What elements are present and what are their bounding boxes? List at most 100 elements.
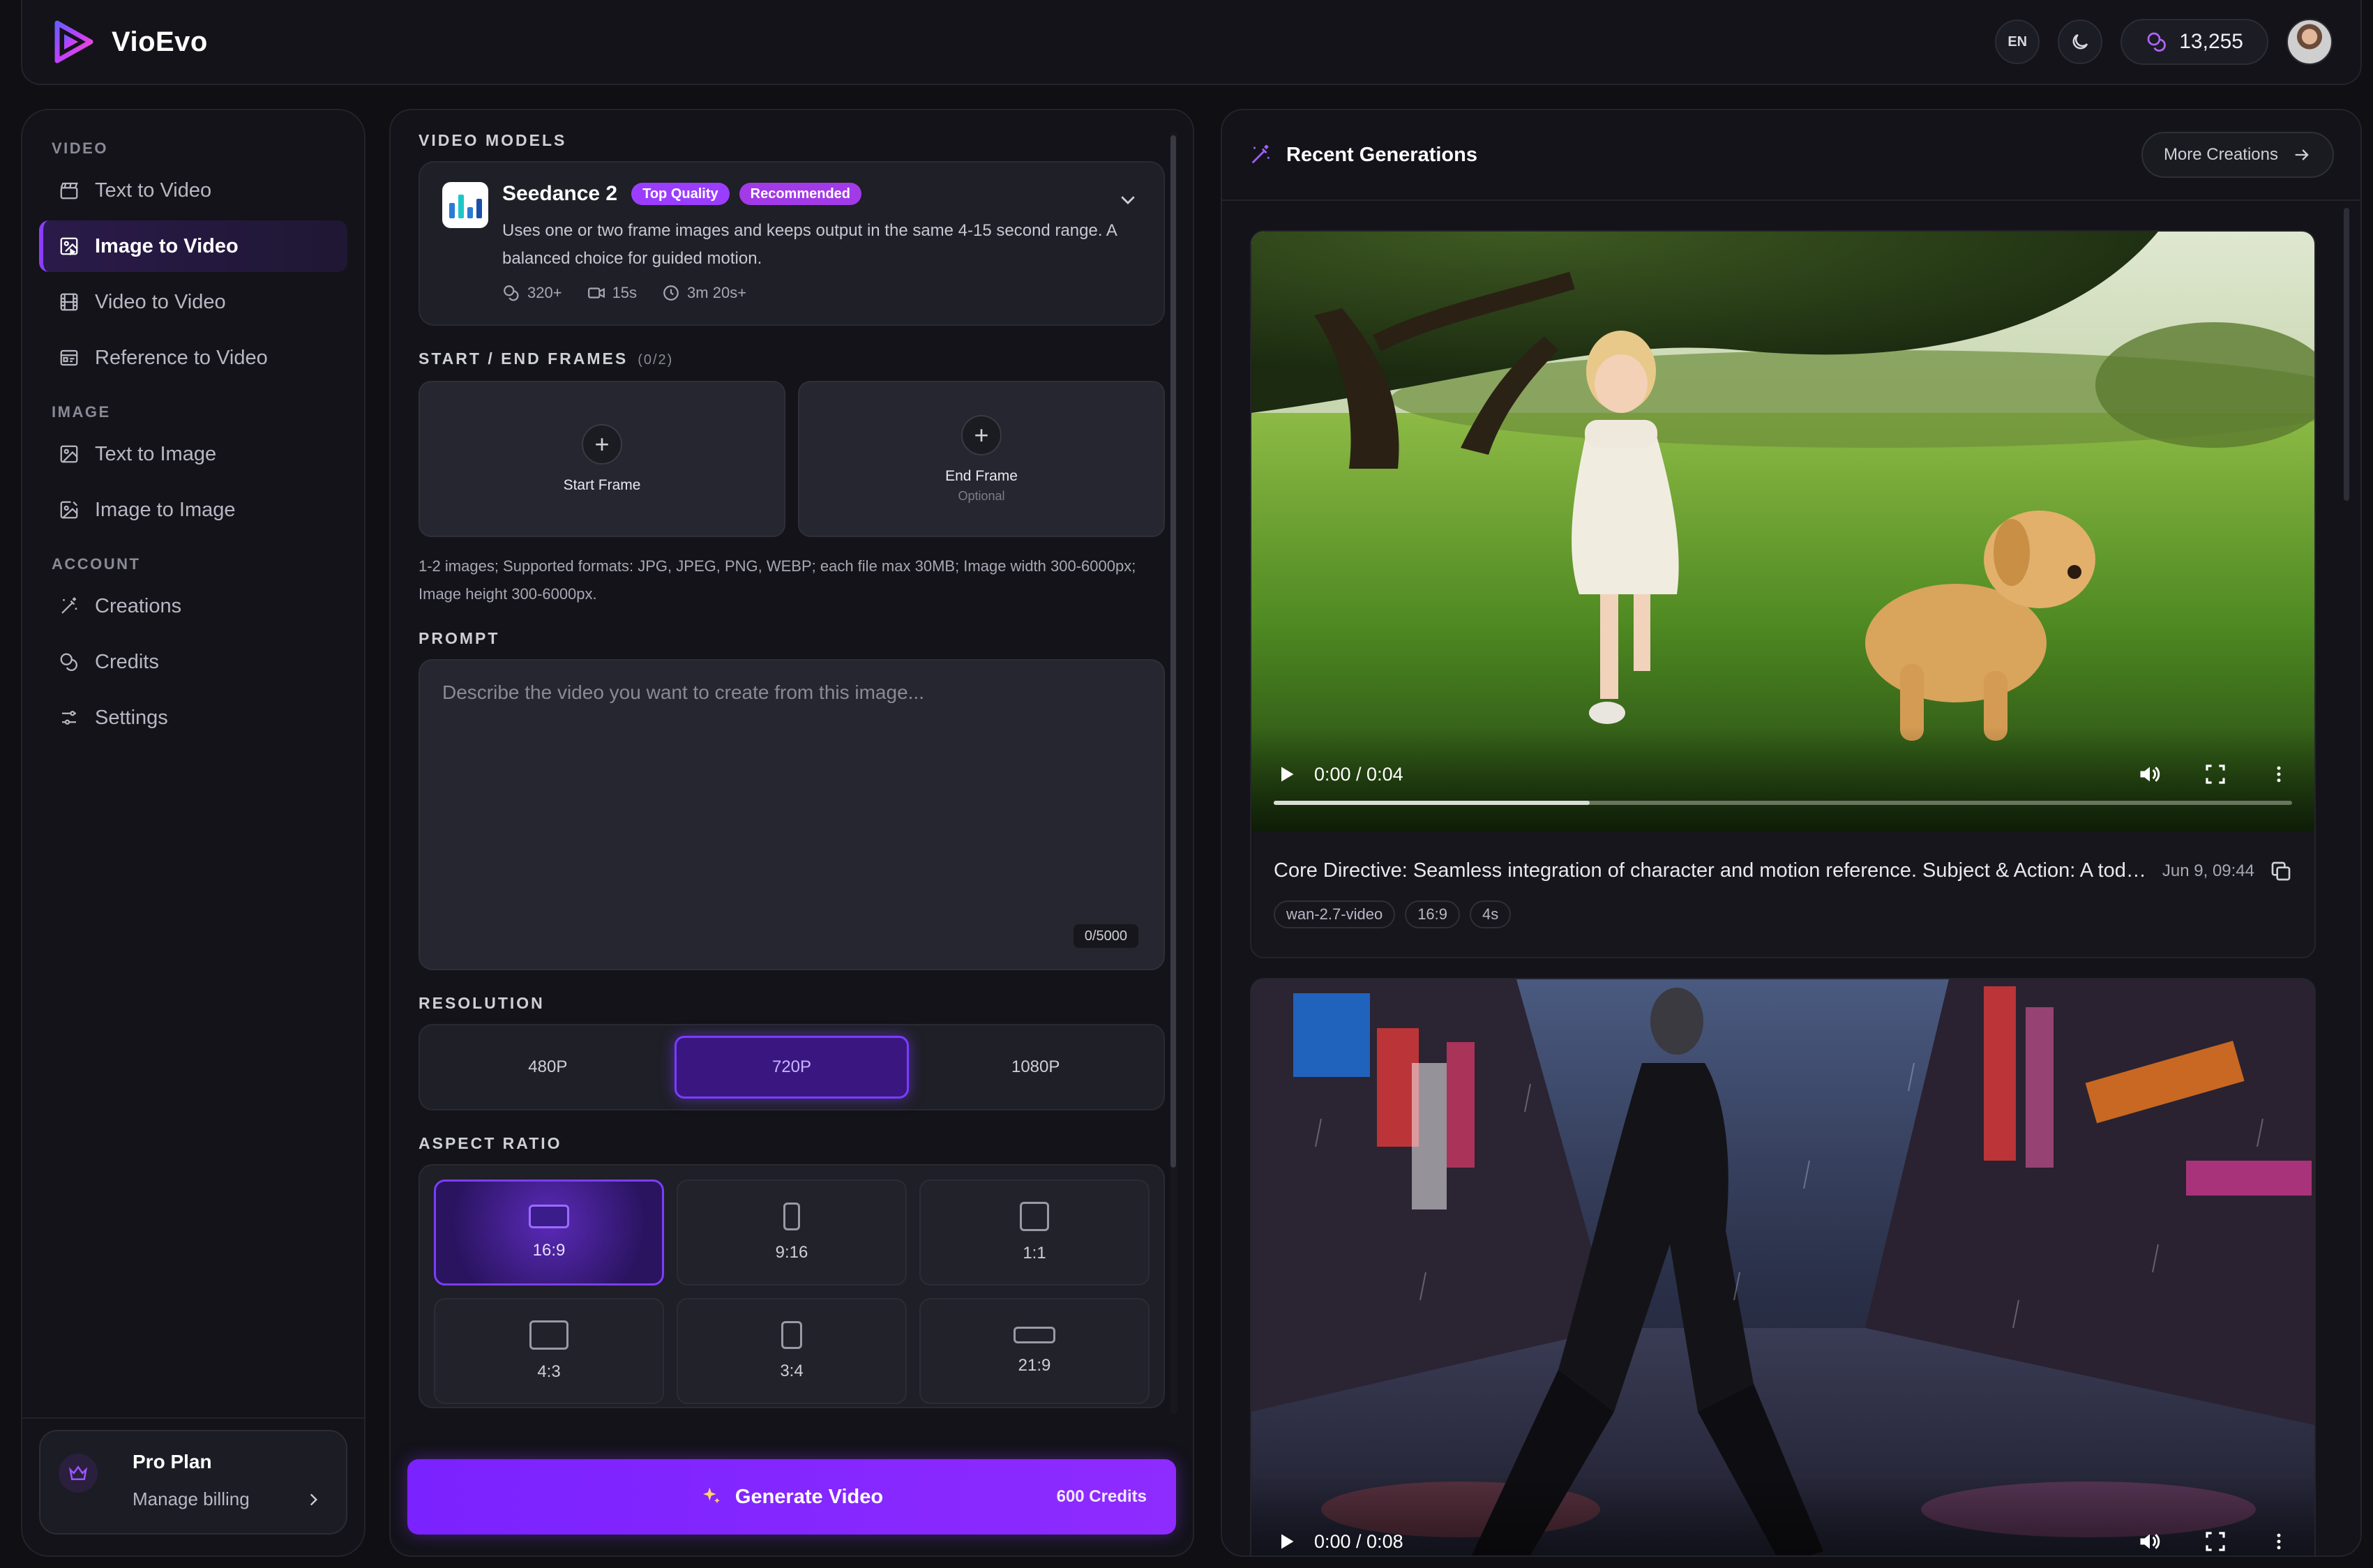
sparkles-icon bbox=[702, 1487, 720, 1504]
resolution-selector: 480P 720P 1080P bbox=[419, 1024, 1165, 1110]
start-frame-label: Start Frame bbox=[563, 477, 641, 493]
model-stat-credits: 320+ bbox=[502, 284, 562, 302]
generate-cost: 600 Credits bbox=[1056, 1487, 1147, 1506]
app-logo[interactable]: VioEvo bbox=[50, 19, 208, 65]
plus-icon: + bbox=[961, 414, 1002, 455]
top-header: VioEvo EN 13,255 bbox=[21, 0, 2362, 85]
coins-icon bbox=[60, 653, 77, 671]
aspect-9-16[interactable]: 9:16 bbox=[677, 1179, 907, 1286]
form-scrollbar-thumb[interactable] bbox=[1170, 135, 1176, 1168]
generations-scrollbar-thumb[interactable] bbox=[2344, 208, 2349, 501]
sidebar-item-label: Text to Video bbox=[95, 179, 212, 202]
sidebar-item-creations[interactable]: Creations bbox=[39, 580, 347, 632]
aspect-1-1[interactable]: 1:1 bbox=[919, 1179, 1150, 1286]
form-scroll-area[interactable]: VIDEO MODELS Seedance 2 Top Quality Reco… bbox=[391, 110, 1193, 1415]
seedance-logo-icon bbox=[442, 182, 488, 228]
video-player[interactable]: 0:00 / 0:04 bbox=[1251, 232, 2314, 831]
aspect-shape-icon bbox=[529, 1320, 568, 1350]
prompt-label: PROMPT bbox=[419, 629, 500, 647]
start-frame-upload[interactable]: + Start Frame bbox=[419, 381, 785, 537]
frames-hint: 1-2 images; Supported formats: JPG, JPEG… bbox=[419, 557, 1136, 603]
generation-caption: Core Directive: Seamless integration of … bbox=[1274, 859, 2147, 882]
manage-billing-link[interactable]: Manage billing bbox=[133, 1488, 250, 1510]
volume-icon[interactable] bbox=[2137, 1529, 2162, 1554]
copy-icon[interactable] bbox=[2270, 860, 2292, 882]
model-stat-credits-value: 320+ bbox=[527, 284, 562, 301]
sidebar: VIDEO Text to Video Image to Video Video… bbox=[21, 109, 366, 1557]
generate-video-button[interactable]: Generate Video 600 Credits bbox=[407, 1459, 1176, 1535]
film-icon bbox=[60, 293, 78, 311]
user-avatar[interactable] bbox=[2287, 19, 2333, 65]
video-camera-icon bbox=[587, 287, 605, 299]
language-button[interactable]: EN bbox=[1995, 20, 2040, 64]
chevron-down-icon[interactable] bbox=[1117, 189, 1138, 210]
more-vertical-icon[interactable] bbox=[2268, 764, 2289, 785]
sidebar-item-text-to-image[interactable]: Text to Image bbox=[39, 428, 347, 480]
magic-wand-icon bbox=[61, 597, 77, 614]
tag-model: wan-2.7-video bbox=[1274, 900, 1396, 928]
credits-balance[interactable]: 13,255 bbox=[2120, 19, 2268, 65]
play-logo-icon bbox=[54, 20, 93, 63]
aspect-4-3[interactable]: 4:3 bbox=[434, 1298, 664, 1404]
sidebar-item-text-to-video[interactable]: Text to Video bbox=[39, 165, 347, 216]
fullscreen-icon[interactable] bbox=[2204, 1530, 2227, 1553]
app-name: VioEvo bbox=[112, 26, 208, 57]
video-thumbnail-city-rain bbox=[1251, 979, 2314, 1555]
aspect-label: 4:3 bbox=[537, 1362, 561, 1381]
sidebar-item-credits[interactable]: Credits bbox=[39, 636, 347, 688]
aspect-ratio-label: ASPECT RATIO bbox=[419, 1134, 562, 1152]
play-icon[interactable] bbox=[1276, 1531, 1296, 1552]
plan-title: Pro Plan bbox=[133, 1451, 212, 1472]
sliders-icon bbox=[62, 711, 76, 725]
plus-icon: + bbox=[582, 424, 622, 465]
generation-card[interactable]: 0:00 / 0:08 bbox=[1250, 978, 2316, 1555]
image-video-icon bbox=[60, 237, 78, 256]
sidebar-item-label: Reference to Video bbox=[95, 346, 268, 369]
sidebar-item-image-to-image[interactable]: Image to Image bbox=[39, 484, 347, 536]
resolution-label: RESOLUTION bbox=[419, 994, 545, 1012]
credits-balance-value: 13,255 bbox=[2179, 30, 2243, 53]
sidebar-item-label: Text to Image bbox=[95, 442, 217, 465]
sidebar-item-video-to-video[interactable]: Video to Video bbox=[39, 276, 347, 328]
end-frame-label: End Frame bbox=[945, 467, 1018, 484]
image-icon bbox=[60, 445, 78, 463]
sidebar-item-reference-to-video[interactable]: Reference to Video bbox=[39, 332, 347, 384]
sidebar-item-settings[interactable]: Settings bbox=[39, 692, 347, 744]
plan-card[interactable]: Pro Plan Manage billing bbox=[39, 1430, 347, 1535]
aspect-21-9[interactable]: 21:9 bbox=[919, 1298, 1150, 1404]
aspect-label: 1:1 bbox=[1023, 1244, 1046, 1262]
theme-toggle-button[interactable] bbox=[2058, 20, 2103, 64]
model-selector[interactable]: Seedance 2 Top Quality Recommended Uses … bbox=[419, 161, 1165, 326]
model-description: Uses one or two frame images and keeps o… bbox=[502, 221, 1117, 268]
resolution-480p[interactable]: 480P bbox=[432, 1036, 663, 1099]
badge-recommended: Recommended bbox=[739, 183, 861, 205]
model-stat-duration: 15s bbox=[587, 284, 637, 302]
aspect-label: 21:9 bbox=[1018, 1356, 1051, 1375]
aspect-3-4[interactable]: 3:4 bbox=[677, 1298, 907, 1404]
generation-card[interactable]: 0:00 / 0:04 Core Directive: Seamless int… bbox=[1250, 230, 2316, 958]
more-creations-button[interactable]: More Creations bbox=[2141, 132, 2334, 178]
video-progress-bar[interactable] bbox=[1274, 801, 2292, 805]
frames-label: START / END FRAMES (0/2) bbox=[419, 349, 1165, 368]
video-progress-fill bbox=[1274, 801, 1590, 805]
video-controls: 0:00 / 0:04 bbox=[1251, 727, 2314, 831]
video-player[interactable]: 0:00 / 0:08 bbox=[1251, 979, 2314, 1555]
play-icon[interactable] bbox=[1276, 764, 1296, 785]
resolution-720p[interactable]: 720P bbox=[674, 1036, 910, 1099]
clock-icon bbox=[663, 285, 679, 301]
video-time: 0:00 / 0:04 bbox=[1314, 763, 1403, 785]
model-name: Seedance 2 bbox=[502, 182, 618, 205]
volume-icon[interactable] bbox=[2137, 762, 2162, 787]
model-stat-time: 3m 20s+ bbox=[662, 284, 746, 302]
aspect-16-9[interactable]: 16:9 bbox=[434, 1179, 664, 1286]
sidebar-item-image-to-video[interactable]: Image to Video bbox=[39, 220, 347, 272]
resolution-1080p[interactable]: 1080P bbox=[920, 1036, 1151, 1099]
chevron-right-icon bbox=[310, 1493, 318, 1505]
prompt-textarea[interactable]: Describe the video you want to create fr… bbox=[419, 659, 1165, 970]
tag-aspect: 16:9 bbox=[1405, 900, 1461, 928]
more-vertical-icon[interactable] bbox=[2268, 1531, 2289, 1552]
aspect-shape-icon bbox=[783, 1203, 800, 1230]
sidebar-item-label: Image to Image bbox=[95, 498, 236, 521]
end-frame-upload[interactable]: + End Frame Optional bbox=[798, 381, 1165, 537]
fullscreen-icon[interactable] bbox=[2204, 763, 2227, 785]
